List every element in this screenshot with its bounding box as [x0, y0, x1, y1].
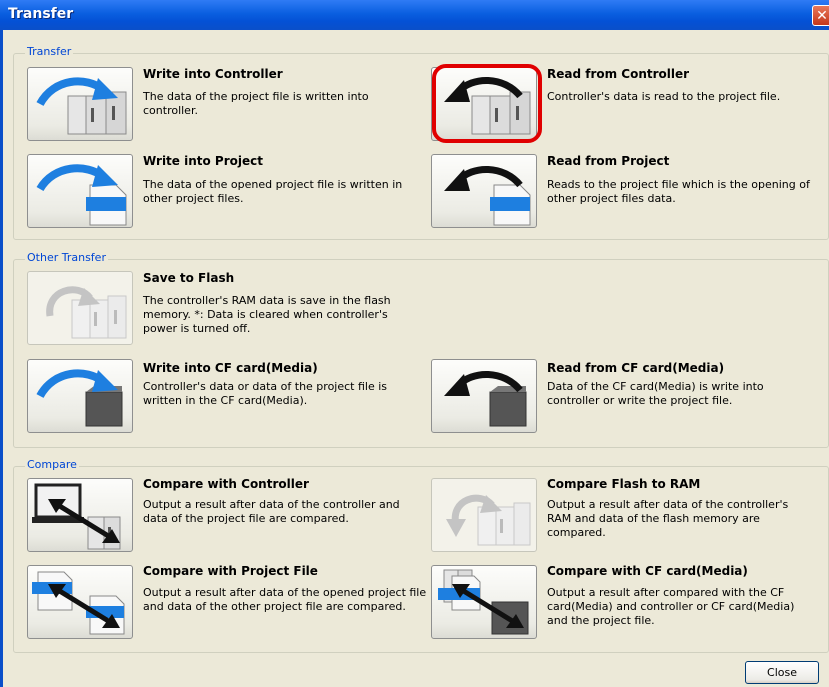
- write-to-cf-icon: [36, 369, 123, 427]
- read-from-project-icon: [444, 166, 531, 226]
- window-frame: [0, 30, 3, 687]
- compare-flash-to-ram-desc: Output a result after data of the contro…: [547, 498, 789, 539]
- compare-flash-to-ram-title: Compare Flash to RAM: [547, 477, 701, 491]
- write-into-controller-desc: The data of the project file is written …: [143, 90, 369, 117]
- compare-with-project-file-button[interactable]: [27, 565, 133, 639]
- compare-cf-icon: [438, 569, 529, 635]
- compare-flash-to-ram-button[interactable]: [431, 478, 537, 552]
- compare-flash-icon: [446, 494, 531, 546]
- write-to-project-icon: [36, 164, 127, 226]
- compare-with-cf-card-title: Compare with CF card(Media): [547, 564, 748, 578]
- compare-with-controller-title: Compare with Controller: [143, 477, 309, 491]
- write-into-project-desc: The data of the opened project file is w…: [143, 178, 403, 205]
- write-to-controller-icon: [36, 77, 127, 135]
- transfer-group: [13, 53, 829, 240]
- read-from-project-title: Read from Project: [547, 154, 670, 168]
- read-from-project-desc: Reads to the project file which is the o…: [547, 178, 810, 205]
- other-transfer-group-label: Other Transfer: [25, 251, 108, 264]
- read-from-cf-icon: [444, 371, 527, 427]
- write-into-project-button[interactable]: [27, 154, 133, 228]
- write-into-cf-card-desc: Controller's data or data of the project…: [143, 380, 388, 407]
- write-into-cf-card-title: Write into CF card(Media): [143, 361, 318, 375]
- write-into-project-title: Write into Project: [143, 154, 263, 168]
- write-into-cf-card-button[interactable]: [27, 359, 133, 433]
- compare-with-cf-card-desc: Output a result after compared with the …: [547, 586, 795, 627]
- save-to-flash-icon: [46, 286, 127, 339]
- compare-with-controller-desc: Output a result after data of the contro…: [143, 498, 400, 525]
- transfer-group-label: Transfer: [25, 45, 74, 58]
- compare-with-project-file-desc: Output a result after data of the opened…: [143, 586, 427, 613]
- window-close-icon[interactable]: ✕: [812, 5, 829, 26]
- title-bar[interactable]: Transfer ✕: [0, 0, 829, 30]
- read-from-controller-title: Read from Controller: [547, 67, 690, 81]
- compare-group-label: Compare: [25, 458, 79, 471]
- write-into-controller-button[interactable]: [27, 67, 133, 141]
- save-to-flash-button[interactable]: [27, 271, 133, 345]
- read-from-controller-desc: Controller's data is read to the project…: [547, 90, 781, 103]
- compare-project-icon: [32, 571, 125, 635]
- compare-with-cf-card-button[interactable]: [431, 565, 537, 639]
- save-to-flash-title: Save to Flash: [143, 271, 235, 285]
- window-title: Transfer: [8, 6, 74, 22]
- other-transfer-group: [13, 259, 829, 448]
- read-from-cf-card-title: Read from CF card(Media): [547, 361, 725, 375]
- highlight-ring: [432, 64, 542, 143]
- compare-with-controller-button[interactable]: [27, 478, 133, 552]
- read-from-project-button[interactable]: [431, 154, 537, 228]
- compare-with-project-file-title: Compare with Project File: [143, 564, 318, 578]
- read-from-cf-card-desc: Data of the CF card(Media) is write into…: [547, 380, 764, 407]
- read-from-cf-card-button[interactable]: [431, 359, 537, 433]
- close-button[interactable]: Close: [745, 661, 819, 684]
- compare-controller-icon: [32, 483, 121, 550]
- save-to-flash-desc: The controller's RAM data is save in the…: [143, 294, 391, 335]
- transfer-dialog: Transfer ✕ Transfer Other Transfer Compa…: [0, 0, 829, 687]
- write-into-controller-title: Write into Controller: [143, 67, 283, 81]
